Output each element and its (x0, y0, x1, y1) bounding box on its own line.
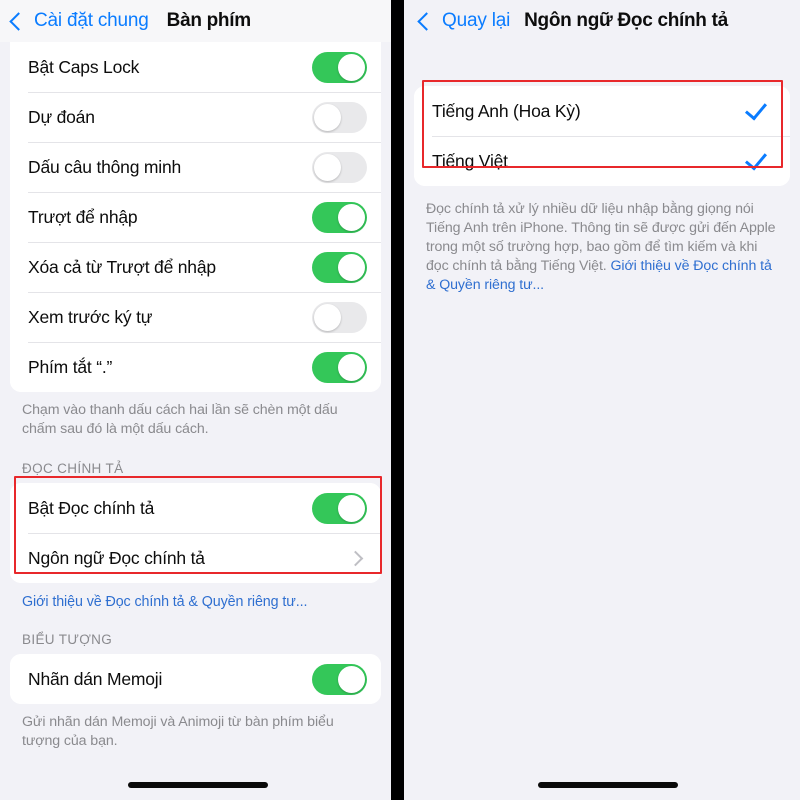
right-phone-panel: Quay lại Ngôn ngữ Đọc chính tả Tiếng Anh… (404, 0, 800, 800)
row-label: Tiếng Việt (432, 150, 508, 171)
right-navigation-bar: Quay lại Ngôn ngữ Đọc chính tả (404, 0, 800, 42)
home-indicator (538, 782, 678, 788)
toggle-knob (338, 665, 365, 693)
row-label: Xóa cả từ Trượt để nhập (28, 256, 216, 277)
row-slide-to-type[interactable]: Trượt để nhập (10, 192, 381, 242)
toggle-memoji-stickers[interactable] (312, 663, 367, 695)
toggle-character-preview[interactable] (312, 301, 367, 333)
row-label: Ngôn ngữ Đọc chính tả (28, 547, 205, 568)
chevron-left-icon (417, 11, 436, 31)
dictation-section-header: ĐỌC CHÍNH TẢ (22, 461, 124, 476)
row-label: Bật Caps Lock (28, 56, 140, 77)
back-button-label: Quay lại (442, 10, 511, 31)
row-label: Xem trước ký tự (28, 306, 153, 327)
row-period-shortcut[interactable]: Phím tắt “.” (10, 342, 381, 392)
back-button-label: Cài đặt chung (34, 10, 149, 31)
toggle-predictive[interactable] (312, 101, 367, 133)
row-label: Tiếng Anh (Hoa Kỳ) (432, 100, 581, 121)
row-label: Nhãn dán Memoji (28, 668, 163, 689)
emoji-footnote: Gửi nhãn dán Memoji và Animoji từ bàn ph… (22, 714, 334, 749)
toggle-knob (338, 253, 365, 281)
toggle-knob (314, 303, 341, 331)
toggle-knob (314, 103, 341, 131)
row-caps-lock[interactable]: Bật Caps Lock (10, 42, 381, 92)
checkmark-icon (744, 96, 768, 121)
toggle-slide-to-type[interactable] (312, 201, 367, 233)
row-enable-dictation[interactable]: Bật Đọc chính tả (10, 483, 381, 533)
left-navigation-bar: Cài đặt chung Bàn phím (0, 0, 391, 42)
keyboard-settings-group: Bật Caps Lock Dự đoán Dấu câu thông minh… (10, 42, 381, 392)
toggle-knob (338, 494, 365, 522)
back-button-general-settings[interactable]: Cài đặt chung (9, 10, 149, 32)
row-language-vietnamese[interactable]: Tiếng Việt (414, 136, 790, 186)
toggle-period-shortcut[interactable] (312, 351, 367, 383)
row-predictive[interactable]: Dự đoán (10, 92, 381, 142)
page-title: Bàn phím (166, 10, 251, 31)
toggle-caps-lock[interactable] (312, 51, 367, 83)
row-label: Bật Đọc chính tả (28, 497, 155, 518)
toggle-enable-dictation[interactable] (312, 492, 367, 524)
left-phone-panel: Cài đặt chung Bàn phím Bật Caps Lock Dự … (0, 0, 391, 800)
dictation-languages-footnote: Đọc chính tả xử lý nhiều dữ liệu nhập bằ… (404, 186, 800, 295)
row-label: Trượt để nhập (28, 206, 138, 227)
dictation-privacy-link[interactable]: Giới thiệu về Đọc chính tả & Quyền riêng… (0, 583, 391, 610)
panel-divider (391, 0, 404, 800)
row-smart-punctuation[interactable]: Dấu câu thông minh (10, 142, 381, 192)
emoji-settings-group: Nhãn dán Memoji (10, 654, 381, 704)
row-label: Dấu câu thông minh (28, 156, 182, 177)
dictation-languages-group: Tiếng Anh (Hoa Kỳ) Tiếng Việt (414, 86, 790, 186)
row-character-preview[interactable]: Xem trước ký tự (10, 292, 381, 342)
row-language-english-us[interactable]: Tiếng Anh (Hoa Kỳ) (414, 86, 790, 136)
toggle-delete-slide-to-type-word[interactable] (312, 251, 367, 283)
toggle-knob (338, 353, 365, 381)
chevron-right-icon (347, 550, 364, 566)
home-indicator (128, 782, 268, 788)
keyboard-footnote: Chạm vào thanh dấu cách hai lần sẽ chèn … (22, 402, 338, 437)
chevron-left-icon (9, 11, 28, 31)
toggle-smart-punctuation[interactable] (312, 151, 367, 183)
row-dictation-languages[interactable]: Ngôn ngữ Đọc chính tả (10, 533, 381, 583)
row-delete-slide-to-type-word[interactable]: Xóa cả từ Trượt để nhập (10, 242, 381, 292)
back-button-previous[interactable]: Quay lại (417, 10, 511, 32)
page-title: Ngôn ngữ Đọc chính tả (524, 10, 728, 31)
row-memoji-stickers[interactable]: Nhãn dán Memoji (10, 654, 381, 704)
checkmark-icon (744, 146, 768, 171)
emoji-section-header: BIỂU TƯỢNG (22, 632, 113, 647)
toggle-knob (338, 53, 365, 81)
row-label: Dự đoán (28, 106, 95, 127)
toggle-knob (314, 153, 341, 181)
screenshot-root: Cài đặt chung Bàn phím Bật Caps Lock Dự … (0, 0, 800, 800)
row-label: Phím tắt “.” (28, 356, 113, 377)
dictation-settings-group: Bật Đọc chính tả Ngôn ngữ Đọc chính tả (10, 483, 381, 583)
toggle-knob (338, 203, 365, 231)
